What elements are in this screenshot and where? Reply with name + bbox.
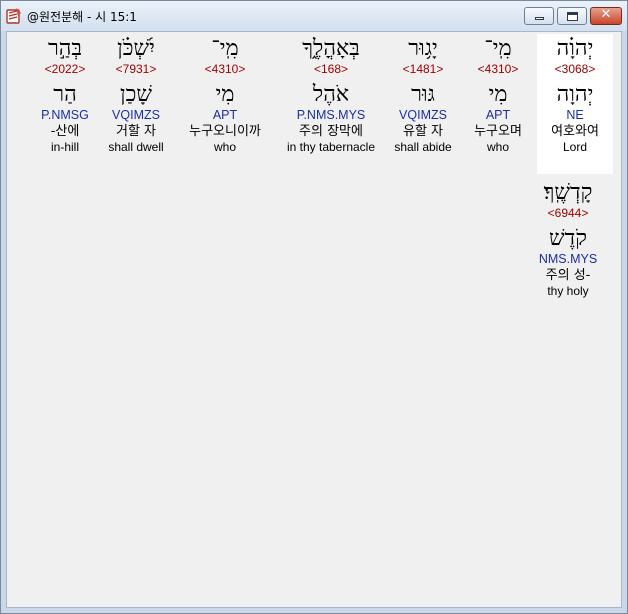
parsing-code: VQIMZS [399,108,447,122]
strong-number[interactable]: <4310> [177,62,273,76]
parsing-code: APT [212,108,238,122]
parsing-code: P.NMSG [41,108,89,122]
app-window: @원전분해 - 시 15:1 ✕ יְהוָ֗ה <3068> יְהוָה N… [0,0,628,614]
korean-gloss: 누구오며 [474,124,522,139]
english-gloss: in thy tabernacle [286,140,376,154]
korean-gloss: 거할 자 [115,124,156,139]
word-column[interactable]: יְהוָ֗ה <3068> יְהוָה NE 여호와여 Lord [537,34,613,174]
maximize-button[interactable] [557,7,587,25]
korean-gloss: 누구오니이까 [189,124,261,139]
hebrew-lemma: מִי [215,82,235,107]
english-gloss: in-hill [50,140,79,154]
parsing-code: VQIMZS [112,108,160,122]
hebrew-word: יְהוָ֗ה [556,36,594,61]
hebrew-word: בְּהַ֣ר [47,36,83,61]
hebrew-word: מִֽי־ [484,36,512,61]
minimize-icon [535,17,544,20]
english-gloss: shall dwell [108,140,164,154]
strong-number[interactable]: <6944> [533,206,603,220]
parsing-code: P.NMS.MYS [296,108,366,122]
word-column[interactable]: יִ֝שְׁכֹּ֗ן <7931> שָׁכַן VQIMZS 거할 자 sh… [101,36,171,154]
strong-number[interactable]: <2022> [35,62,95,76]
hebrew-word: יִ֝שְׁכֹּ֗ן [117,36,155,61]
korean-gloss: -산에 [50,124,80,139]
word-column[interactable]: מִֽי־ <4310> מִי APT 누구오니이까 who [177,36,273,154]
word-column[interactable]: מִֽי־ <4310> מִי APT 누구오며 who [463,36,533,154]
hebrew-lemma: יְהוָה [556,82,594,107]
strong-number[interactable]: <4310> [463,62,533,76]
word-column[interactable]: בְּהַ֣ר <2022> הַר P.NMSG -산에 in-hill [35,36,95,154]
hebrew-word: בְּאָהֳלֶ֑ךָ [302,36,360,61]
hebrew-word: קָדְשֶֽׁךָ׃ [543,180,593,205]
english-gloss: who [213,140,236,154]
strong-number[interactable]: <1481> [385,62,461,76]
word-column[interactable]: בְּאָהֳלֶ֑ךָ <168> אֹהֶל P.NMS.MYS 주의 장막… [279,36,383,154]
interlinear-panel: יְהוָ֗ה <3068> יְהוָה NE 여호와여 Lord מִֽי־… [6,31,622,608]
strong-number[interactable]: <3068> [537,62,613,76]
english-gloss: who [486,140,509,154]
hebrew-word: יָג֥וּר [408,36,438,61]
english-gloss: Lord [562,140,588,154]
word-column[interactable]: יָג֥וּר <1481> גּוּר VQIMZS 유할 자 shall a… [385,36,461,154]
hebrew-lemma: קֹדֶשׁ [549,226,587,251]
korean-gloss: 주의 장막에 [299,124,363,139]
parsing-code: NE [566,108,584,122]
close-icon: ✕ [600,7,612,22]
hebrew-lemma: שָׁכַן [120,82,152,107]
word-column[interactable]: קָדְשֶֽׁךָ׃ <6944> קֹדֶשׁ NMS.MYS 주의 성- … [533,180,603,298]
hebrew-lemma: הַר [53,82,77,107]
parsing-code: NMS.MYS [538,252,598,266]
korean-gloss: 주의 성- [545,268,591,283]
window-title: @원전분해 - 시 15:1 [27,10,137,24]
close-button[interactable]: ✕ [590,7,622,25]
hebrew-lemma: גּוּר [411,82,435,107]
bible-app-icon [6,8,21,24]
hebrew-lemma: מִי [488,82,508,107]
strong-number[interactable]: <7931> [101,62,171,76]
strong-number[interactable]: <168> [279,62,383,76]
hebrew-lemma: אֹהֶל [312,82,350,107]
parsing-code: APT [485,108,511,122]
korean-gloss: 여호와여 [551,124,599,139]
minimize-button[interactable] [524,7,554,25]
english-gloss: thy holy [547,284,589,298]
korean-gloss: 유할 자 [402,124,443,139]
english-gloss: shall abide [394,140,452,154]
title-bar[interactable]: @원전분해 - 시 15:1 ✕ [1,1,627,31]
maximize-icon [567,12,578,21]
hebrew-word: מִֽי־ [211,36,239,61]
